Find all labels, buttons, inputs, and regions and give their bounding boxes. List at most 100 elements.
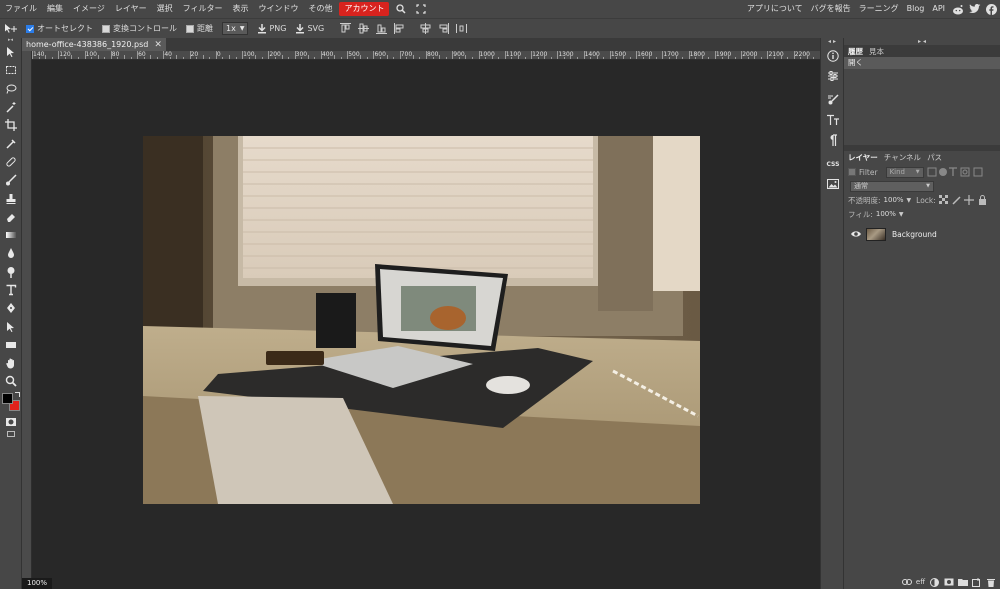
image-panel-button[interactable] (821, 174, 845, 194)
canvas-area[interactable] (32, 60, 820, 589)
mask-icon[interactable] (943, 577, 954, 587)
eyedropper-icon (6, 139, 16, 149)
info-panel-button[interactable] (821, 46, 845, 66)
eyedropper-tool[interactable] (0, 134, 22, 152)
lock-options-icons[interactable] (938, 195, 989, 205)
folder-icon[interactable] (957, 577, 968, 587)
scale-select[interactable]: 1x ▼ (222, 22, 249, 35)
menu-more[interactable]: その他 (303, 2, 337, 16)
kind-select[interactable]: Kind ▼ (885, 166, 924, 178)
crop-tool[interactable] (0, 116, 22, 134)
swap-colors-icon[interactable] (15, 391, 20, 397)
align-top-icon[interactable] (340, 23, 352, 34)
tab-swatches[interactable]: 見本 (869, 46, 884, 57)
auto-select-check[interactable] (26, 24, 34, 33)
ruler-tick (373, 51, 375, 59)
menu-window[interactable]: ウインドウ (253, 2, 303, 16)
link-api[interactable]: API (928, 2, 949, 16)
align-middle-icon[interactable] (358, 23, 370, 34)
search-icon[interactable] (394, 2, 408, 16)
filter-check[interactable] (848, 168, 856, 176)
link-report-bug[interactable]: バグを報告 (807, 2, 855, 16)
paragraph-panel-button[interactable] (821, 130, 845, 150)
trash-icon[interactable] (985, 577, 996, 587)
menu-filter[interactable]: フィルター (178, 2, 228, 16)
effects-icon[interactable]: eff (915, 577, 926, 587)
menu-edit[interactable]: 編集 (42, 2, 68, 16)
eye-icon[interactable] (850, 229, 862, 239)
healing-tool[interactable] (0, 153, 22, 171)
distribute-icon[interactable] (456, 23, 468, 34)
zoom-level[interactable]: 100% (22, 578, 53, 589)
export-svg-button[interactable]: SVG (295, 23, 324, 34)
transform-controls-check[interactable] (102, 24, 110, 33)
link-learning[interactable]: ラーニング (855, 2, 903, 16)
marquee-tool[interactable] (0, 61, 22, 79)
blur-tool[interactable] (0, 244, 22, 262)
color-swatches[interactable] (0, 391, 21, 413)
clone-stamp-tool[interactable] (0, 189, 22, 207)
properties-panel-button[interactable] (821, 66, 845, 86)
brush-settings-button[interactable] (821, 90, 845, 110)
align-center-icon[interactable] (420, 23, 431, 34)
path-select-tool[interactable] (0, 317, 22, 335)
auto-select-checkbox[interactable]: オートセレクト (26, 23, 93, 34)
foreground-color[interactable] (2, 392, 13, 404)
screen-mode-button[interactable] (0, 430, 21, 439)
shape-tool[interactable] (0, 336, 22, 354)
facebook-icon[interactable] (985, 3, 998, 16)
link-icon[interactable] (901, 577, 912, 587)
lasso-tool[interactable] (0, 80, 22, 98)
menu-view[interactable]: 表示 (227, 2, 253, 16)
link-about[interactable]: アプリについて (743, 2, 807, 16)
pen-tool[interactable] (0, 299, 22, 317)
chevron-down-icon[interactable]: ▼ (899, 211, 904, 218)
fill-field[interactable]: 100% (873, 209, 899, 220)
transform-controls-checkbox[interactable]: 変換コントロール (102, 23, 177, 34)
new-layer-icon[interactable] (971, 577, 982, 587)
distance-check[interactable] (186, 24, 194, 33)
move-tool[interactable] (0, 43, 22, 61)
css-panel-button[interactable]: CSS (821, 154, 845, 174)
quick-mask-button[interactable] (0, 413, 22, 431)
menu-select[interactable]: 選択 (152, 2, 178, 16)
eraser-tool[interactable] (0, 208, 22, 226)
distance-checkbox[interactable]: 距離 (186, 23, 213, 34)
menu-file[interactable]: ファイル (0, 2, 42, 16)
type-tool[interactable] (0, 281, 22, 299)
collapse-arrows-icon[interactable]: ▸ ◂ (844, 38, 1000, 45)
reddit-icon[interactable] (951, 3, 964, 16)
menu-account[interactable]: アカウント (339, 2, 390, 16)
dodge-tool[interactable] (0, 263, 22, 281)
magic-wand-tool[interactable] (0, 98, 22, 116)
adjustment-icon[interactable] (929, 577, 940, 587)
zoom-tool[interactable] (0, 372, 22, 390)
document-tab[interactable]: home-office-438386_1920.psd ✕ (22, 38, 166, 51)
align-left-icon[interactable] (394, 23, 405, 34)
brush-tool[interactable] (0, 171, 22, 189)
chevron-down-icon[interactable]: ▼ (907, 197, 912, 204)
close-icon[interactable]: ✕ (154, 40, 162, 50)
ruler-tick (806, 55, 808, 59)
gradient-tool[interactable] (0, 226, 22, 244)
align-bottom-icon[interactable] (376, 23, 388, 34)
align-right-icon[interactable] (438, 23, 450, 34)
twitter-icon[interactable] (968, 3, 981, 16)
hand-tool[interactable] (0, 354, 22, 372)
menu-image[interactable]: イメージ (68, 2, 110, 16)
tab-layers[interactable]: レイヤー (848, 152, 878, 163)
history-item[interactable]: 開く (844, 57, 1000, 69)
tab-history[interactable]: 履歴 (848, 46, 863, 57)
export-png-button[interactable]: PNG (257, 23, 286, 34)
fullscreen-icon[interactable] (414, 2, 428, 16)
tab-channels[interactable]: チャンネル (884, 152, 921, 163)
collapse-arrows-icon[interactable]: ◂ ▸ (821, 38, 843, 46)
tab-paths[interactable]: パス (927, 152, 942, 163)
layer-row[interactable]: Background (844, 225, 1000, 243)
character-panel-button[interactable] (821, 110, 845, 130)
opacity-field[interactable]: 100% (881, 195, 907, 206)
menu-layer[interactable]: レイヤー (110, 2, 152, 16)
link-blog[interactable]: Blog (903, 2, 929, 16)
document-image[interactable] (143, 136, 700, 504)
blend-mode-select[interactable]: 通常 ▼ (850, 180, 934, 192)
